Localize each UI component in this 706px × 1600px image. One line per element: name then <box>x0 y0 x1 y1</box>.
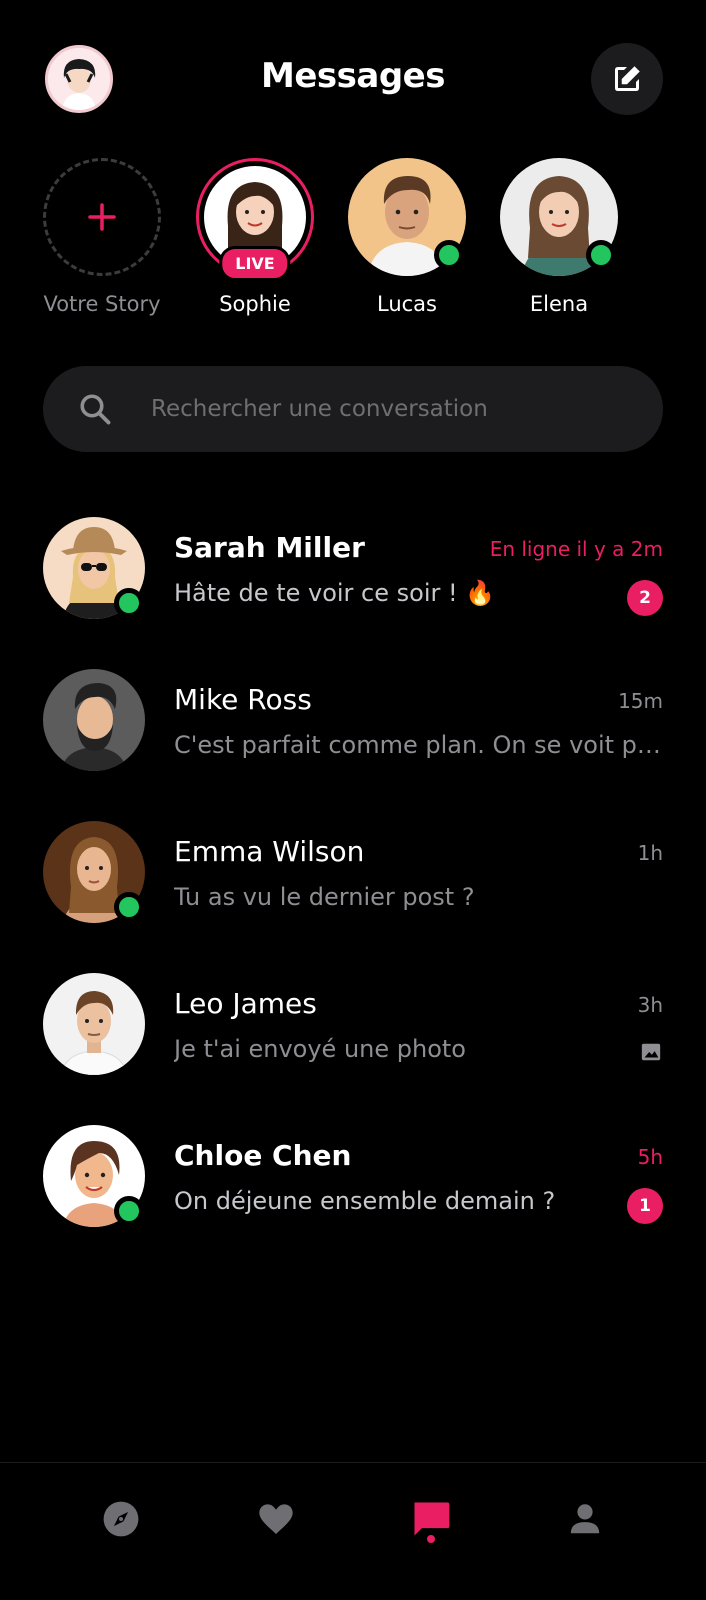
conversation-item[interactable]: Leo James Je t'ai envoyé une photo 3h <box>0 973 706 1093</box>
conversation-item[interactable]: Sarah Miller Hâte de te voir ce soir ! 🔥… <box>0 517 706 637</box>
plus-icon <box>88 203 116 231</box>
messages-screen: Messages Votre Story LIVE Sophie Lucas E… <box>0 0 706 1600</box>
nav-profile[interactable] <box>555 1489 615 1549</box>
header: Messages <box>0 0 706 150</box>
conversation-item[interactable]: Emma Wilson Tu as vu le dernier post ? 1… <box>0 821 706 941</box>
message-time: 5h <box>637 1145 663 1169</box>
message-time: 3h <box>637 993 663 1017</box>
unread-count-badge: 2 <box>627 580 663 616</box>
story-name: Elena <box>529 292 589 316</box>
unread-count-badge: 1 <box>627 1188 663 1224</box>
message-time: 1h <box>637 841 663 865</box>
story-lucas[interactable]: Lucas <box>347 158 467 316</box>
search-input[interactable] <box>151 366 631 452</box>
message-time: 15m <box>618 689 663 713</box>
story-elena[interactable]: Elena <box>499 158 619 316</box>
online-indicator <box>114 588 144 618</box>
image-icon <box>641 1043 661 1061</box>
message-preview: Je t'ai envoyé une photo <box>174 1035 466 1063</box>
search-icon <box>80 394 111 425</box>
add-story-circle[interactable] <box>43 158 161 276</box>
edit-square-icon <box>615 66 640 91</box>
online-indicator <box>114 1196 144 1226</box>
message-preview: On déjeune ensemble demain ? <box>174 1187 556 1215</box>
nav-likes[interactable] <box>246 1489 306 1549</box>
contact-avatar <box>43 669 145 771</box>
search-bar[interactable] <box>43 366 663 452</box>
message-time: En ligne il y a 2m <box>489 537 663 561</box>
story-name: Sophie <box>219 292 291 316</box>
message-preview: Hâte de te voir ce soir ! 🔥 <box>174 579 496 607</box>
story-sophie[interactable]: LIVE Sophie <box>195 158 315 316</box>
person-icon <box>570 1504 600 1534</box>
bottom-navigation <box>0 1462 706 1600</box>
online-indicator <box>434 240 464 270</box>
conversation-item[interactable]: Mike Ross C'est parfait comme plan. On s… <box>0 669 706 789</box>
message-preview: C'est parfait comme plan. On se voit plu… <box>174 731 664 759</box>
contact-name: Mike Ross <box>174 683 312 716</box>
contact-name: Leo James <box>174 987 317 1020</box>
contact-name: Sarah Miller <box>174 531 365 564</box>
live-badge: LIVE <box>219 246 291 281</box>
contact-name: Emma Wilson <box>174 835 365 868</box>
conversation-item[interactable]: Chloe Chen On déjeune ensemble demain ? … <box>0 1125 706 1245</box>
story-name: Votre Story <box>43 292 161 316</box>
online-indicator <box>114 892 144 922</box>
compose-button[interactable] <box>591 43 663 115</box>
contact-name: Chloe Chen <box>174 1139 352 1172</box>
active-indicator <box>427 1535 435 1543</box>
heart-icon <box>259 1504 293 1534</box>
contact-avatar <box>43 973 145 1075</box>
story-add[interactable]: Votre Story <box>42 158 162 316</box>
story-name: Lucas <box>377 292 437 316</box>
message-preview: Tu as vu le dernier post ? <box>174 883 475 911</box>
compass-icon <box>103 1501 139 1537</box>
online-indicator <box>586 240 616 270</box>
nav-discover[interactable] <box>91 1489 151 1549</box>
